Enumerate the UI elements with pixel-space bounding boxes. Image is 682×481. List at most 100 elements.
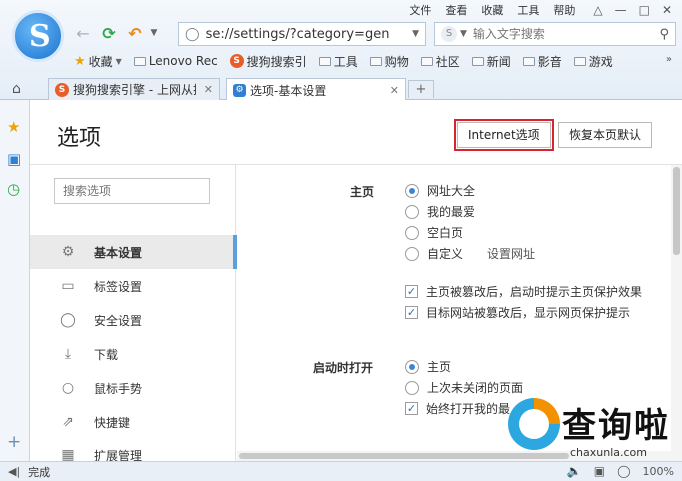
search-icon[interactable]: ⚲ [659,27,669,42]
minimize-button[interactable]: — [615,3,627,17]
bookmark-favorites[interactable]: ★ 收藏 ▼ [74,53,122,70]
close-icon[interactable]: ✕ [204,83,213,96]
zoom-level[interactable]: 100% [643,465,674,478]
more-bookmarks-icon[interactable]: » [666,54,672,65]
sidebar-item-tabs[interactable]: ▭ 标签设置 [30,269,236,303]
tab-icon: ▭ [61,278,75,294]
sidebar-toggle-icon[interactable]: ◀| [8,465,20,478]
sidebar-item-label: 安全设置 [94,313,143,328]
chevron-down-icon[interactable]: ▼ [412,29,419,39]
gear-icon: ⚙ [233,83,246,97]
radio-button[interactable] [405,380,419,395]
menu-file[interactable]: 文件 [409,2,431,18]
undo-dropdown-icon[interactable]: ▼ [148,22,160,44]
status-text: 完成 [28,465,51,479]
tab-settings[interactable]: ⚙ 选项-基本设置 ✕ [226,78,406,101]
internet-options-button[interactable]: Internet选项 [454,119,554,151]
back-button[interactable]: ← [70,22,96,44]
new-tab-button[interactable]: + [408,80,434,98]
radio-button[interactable] [405,225,419,240]
close-icon[interactable]: ✕ [390,84,399,97]
set-url-link[interactable]: 设置网址 [487,245,535,262]
homepage-option-url-nav[interactable]: 网址大全 [405,182,475,199]
menu-favorites[interactable]: 收藏 [481,2,503,18]
sidebar-item-label: 鼠标手势 [94,381,143,396]
startup-always-open-check[interactable]: ✓ 始终打开我的最 [405,400,510,417]
address-bar[interactable]: ◯ se://settings/?category=gen ▼ [178,22,426,46]
undo-close-button[interactable]: ↶ [122,22,148,44]
chevron-down-icon[interactable]: ▼ [460,29,467,39]
left-sidebar-toolbar: ★ ▣ ◷ + [0,100,30,461]
bookmark-sogou[interactable]: S 搜狗搜索引 [229,53,307,70]
search-box[interactable]: S ▼ ⚲ [434,22,676,46]
sidebar-item-basic[interactable]: ⚙ 基本设置 [30,235,237,269]
sidebar-item-label: 标签设置 [94,279,143,294]
sidebar-item-shortcut[interactable]: ⇗ 快捷键 [30,405,236,439]
sidebar-item-label: 快捷键 [94,415,131,430]
screenshot-icon[interactable]: ▣ [594,464,605,478]
security-badge-icon[interactable]: ◯ [617,464,630,478]
sidebar-item-label: 下载 [94,347,119,362]
address-url[interactable]: se://settings/?category=gen [206,27,409,42]
browser-chrome: S 文件 查看 收藏 工具 帮助 △ — □ ✕ ← ⟳ ↶ ▼ ◯ se://… [0,0,682,101]
add-icon[interactable]: + [7,432,21,452]
folder-icon [573,56,586,66]
menu-tools[interactable]: 工具 [517,2,539,18]
home-icon[interactable]: ⌂ [12,81,21,97]
history-clock-icon[interactable]: ◷ [7,180,20,198]
tab-sogou-search[interactable]: S 搜狗搜索引擎 - 上网从搜 ✕ [48,78,220,100]
sidebar-item-mouse-gesture[interactable]: ○ 鼠标手势 [30,371,236,405]
checkbox[interactable]: ✓ [405,402,418,415]
menu-view[interactable]: 查看 [445,2,467,18]
bookmark-shopping[interactable]: 购物 [369,53,409,70]
checkbox[interactable]: ✓ [405,285,418,298]
site-protect-check[interactable]: ✓ 目标网站被篡改后，显示网页保护提示 [405,304,630,321]
sidebar-item-label: 基本设置 [94,245,143,260]
sidebar-item-download[interactable]: ⤓ 下载 [30,337,236,371]
bookmark-news[interactable]: 新闻 [471,53,511,70]
watermark-q-icon [508,398,560,450]
shield-icon: ◯ [60,312,76,328]
startup-option-home[interactable]: 主页 [405,358,451,375]
checkbox[interactable]: ✓ [405,306,418,319]
folder-icon [133,56,146,66]
scrollbar-thumb[interactable] [673,167,680,255]
maximize-button[interactable]: □ [639,3,650,17]
sidebar-item-security[interactable]: ◯ 安全设置 [30,303,236,337]
close-button[interactable]: ✕ [662,3,672,17]
bookmark-games[interactable]: 游戏 [573,53,613,70]
settings-search-input[interactable] [54,178,210,204]
sogou-browser-logo[interactable]: S [12,10,64,62]
radio-button[interactable] [405,246,419,261]
homepage-label: 主页 [350,185,375,199]
menu-help[interactable]: 帮助 [553,2,575,18]
skin-icon[interactable]: △ [593,3,602,17]
restore-defaults-button[interactable]: 恢复本页默认 [558,122,653,148]
search-engine-icon[interactable]: S [441,26,457,42]
sidebar-item-extensions[interactable]: ▦ 扩展管理 [30,439,236,461]
radio-button[interactable] [405,204,419,219]
folder-icon [420,56,433,66]
bookmark-media[interactable]: 影音 [522,53,562,70]
homepage-protect-check[interactable]: ✓ 主页被篡改后，启动时提示主页保护效果 [405,283,642,300]
radio-button[interactable] [405,183,419,198]
sogou-icon: S [55,82,69,97]
search-input[interactable] [472,27,660,41]
bookmark-tools[interactable]: 工具 [318,53,358,70]
bookmark-lenovo[interactable]: Lenovo Rec [133,54,218,68]
reading-icon[interactable]: ▣ [7,150,21,168]
refresh-button[interactable]: ⟳ [96,22,122,44]
bookmarks-bar: ★ 收藏 ▼ Lenovo Rec S 搜狗搜索引 工具 购物 社区 新闻 影音 游戏 [74,50,613,72]
homepage-option-favorites[interactable]: 我的最爱 [405,203,475,220]
tab-label: 选项-基本设置 [250,83,327,98]
sogou-icon: S [229,54,244,68]
bookmark-community[interactable]: 社区 [420,53,460,70]
sound-icon[interactable]: 🔈 [567,464,582,478]
radio-button[interactable] [405,359,419,374]
shortcut-icon: ⇗ [62,414,74,430]
download-icon: ⤓ [64,346,72,362]
homepage-option-blank[interactable]: 空白页 [405,224,463,241]
favorites-star-icon[interactable]: ★ [7,118,20,136]
shield-icon: ◯ [185,26,200,42]
homepage-option-custom[interactable]: 自定义 设置网址 [405,245,535,262]
